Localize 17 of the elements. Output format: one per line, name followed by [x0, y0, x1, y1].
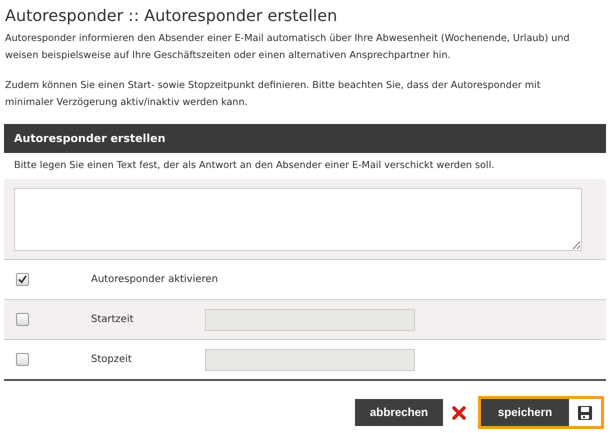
field-label: Autoresponder aktivieren	[91, 274, 218, 285]
check-icon	[18, 275, 27, 284]
checkbox[interactable]	[16, 273, 29, 286]
time-input[interactable]	[205, 308, 415, 330]
description-text: Autoresponder informieren den Absender einer E-Mail automatisch über Ihre Abwesenheit (Wochenende, Urlaub) und weisen beispielsweise auf Ihre Geschäftszeiten oder einen alternativen Ansprechpartner hin.	[5, 32, 571, 63]
description-text: Zudem können Sie einen Start- sowie Stopzeitpunkt definieren. Bitte beachten Sie, dass der Autoresponder mit minimaler Verzögerung aktiv/inaktiv werden kann.	[5, 79, 542, 110]
instruction-text: Bitte legen Sie einen Text fest, der als Antwort an den Absender einer E-Mail verschickt werden soll.	[13, 159, 496, 173]
close-icon	[452, 406, 466, 420]
checkbox[interactable]	[16, 353, 29, 366]
message-textarea[interactable]	[14, 188, 582, 251]
time-input[interactable]	[205, 348, 415, 370]
checkbox[interactable]	[16, 313, 29, 326]
field-label: Stopzeit	[91, 354, 133, 365]
page-title: Autoresponder :: Autoresponder erstellen	[5, 6, 338, 25]
save-button[interactable]: speichern	[478, 396, 604, 429]
field-label: Startzeit	[91, 314, 135, 325]
section-header: Autoresponder erstellen	[4, 124, 606, 153]
